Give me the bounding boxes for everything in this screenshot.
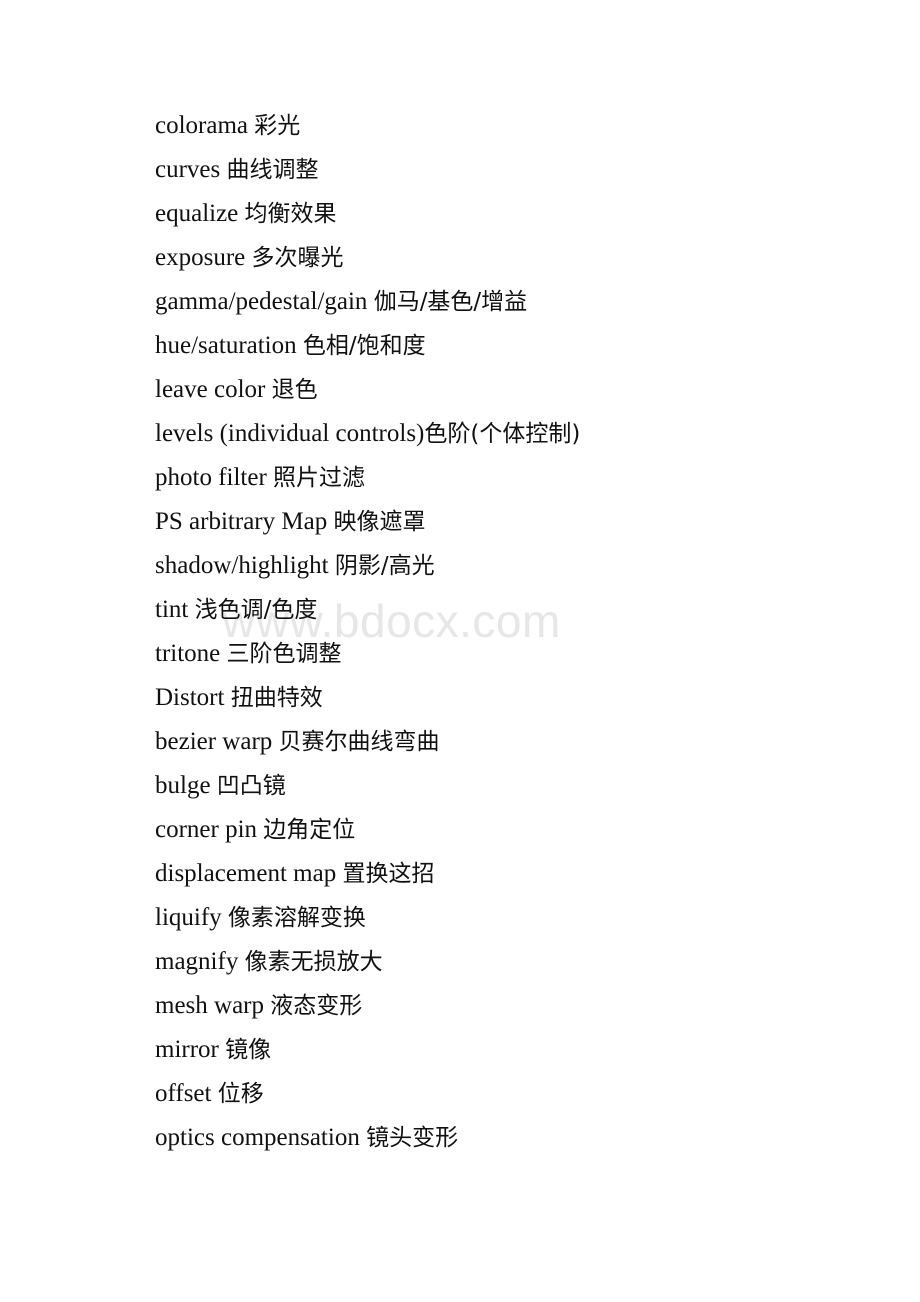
glossary-entry: exposure 多次曝光	[155, 236, 860, 280]
glossary-term: PS arbitrary Map	[155, 508, 328, 535]
glossary-entry: leave color 退色	[155, 368, 860, 412]
glossary-term: leave color	[155, 376, 266, 403]
glossary-term: hue/saturation	[155, 332, 297, 359]
glossary-term: bezier warp	[155, 728, 273, 755]
glossary-entry: photo filter 照片过滤	[155, 456, 860, 500]
glossary-translation: 彩光	[254, 113, 301, 139]
glossary-translation: 扭曲特效	[230, 685, 323, 711]
glossary-term: exposure	[155, 244, 246, 271]
glossary-term: optics compensation	[155, 1124, 360, 1151]
glossary-translation: 伽马/基色/增益	[373, 289, 528, 315]
glossary-translation: 边角定位	[263, 817, 356, 843]
glossary-term: mesh warp	[155, 992, 264, 1019]
glossary-translation: 阴影/高光	[334, 553, 435, 579]
glossary-term: tint	[155, 596, 189, 623]
glossary-translation: 凹凸镜	[216, 773, 286, 799]
glossary-term: tritone	[155, 640, 221, 667]
glossary-term: offset	[155, 1080, 212, 1107]
glossary-entry: Distort 扭曲特效	[155, 676, 860, 720]
glossary-term: curves	[155, 156, 221, 183]
glossary-translation: 液态变形	[270, 993, 363, 1019]
glossary-translation: 镜像	[225, 1037, 272, 1063]
glossary-translation: 像素溶解变换	[227, 905, 366, 931]
glossary-entry: hue/saturation 色相/饱和度	[155, 324, 860, 368]
glossary-entry: equalize 均衡效果	[155, 192, 860, 236]
glossary-entry: PS arbitrary Map 映像遮罩	[155, 500, 860, 544]
glossary-translation: 色阶(个体控制)	[424, 421, 581, 447]
glossary-translation: 位移	[217, 1081, 264, 1107]
glossary-entry: levels (individual controls)色阶(个体控制)	[155, 412, 860, 456]
glossary-translation: 照片过滤	[273, 465, 366, 491]
glossary-translation: 色相/饱和度	[302, 333, 426, 359]
glossary-term: corner pin	[155, 816, 258, 843]
glossary-translation: 贝赛尔曲线弯曲	[278, 729, 440, 755]
glossary-list: colorama 彩光 curves 曲线调整 equalize 均衡效果 expos…	[155, 104, 860, 1160]
glossary-term: equalize	[155, 200, 239, 227]
glossary-entry: curves 曲线调整	[155, 148, 860, 192]
glossary-term: liquify	[155, 904, 222, 931]
glossary-entry: corner pin 边角定位	[155, 808, 860, 852]
glossary-term: gamma/pedestal/gain	[155, 288, 368, 315]
glossary-translation: 多次曝光	[251, 245, 344, 271]
glossary-translation: 三阶色调整	[226, 641, 342, 667]
glossary-translation: 曲线调整	[226, 157, 319, 183]
glossary-term: shadow/highlight	[155, 552, 329, 579]
glossary-entry: colorama 彩光	[155, 104, 860, 148]
glossary-entry: mirror 镜像	[155, 1028, 860, 1072]
glossary-translation: 退色	[271, 377, 318, 403]
glossary-term: photo filter	[155, 464, 267, 491]
glossary-term: magnify	[155, 948, 239, 975]
glossary-entry: tint 浅色调/色度	[155, 588, 860, 632]
glossary-entry: bulge 凹凸镜	[155, 764, 860, 808]
glossary-term: Distort	[155, 684, 225, 711]
glossary-translation: 均衡效果	[244, 201, 337, 227]
glossary-entry: magnify 像素无损放大	[155, 940, 860, 984]
glossary-translation: 置换这招	[342, 861, 435, 887]
glossary-entry: optics compensation 镜头变形	[155, 1116, 860, 1160]
document-page: www.bdocx.com colorama 彩光 curves 曲线调整 equa…	[0, 0, 920, 1302]
glossary-term: bulge	[155, 772, 211, 799]
glossary-entry: shadow/highlight 阴影/高光	[155, 544, 860, 588]
glossary-translation: 浅色调/色度	[194, 597, 318, 623]
glossary-translation: 像素无损放大	[244, 949, 383, 975]
glossary-term: mirror	[155, 1036, 219, 1063]
glossary-entry: offset 位移	[155, 1072, 860, 1116]
glossary-term: levels (individual controls)	[155, 420, 425, 447]
glossary-term: colorama	[155, 112, 249, 139]
glossary-entry: gamma/pedestal/gain 伽马/基色/增益	[155, 280, 860, 324]
glossary-entry: mesh warp 液态变形	[155, 984, 860, 1028]
glossary-entry: bezier warp 贝赛尔曲线弯曲	[155, 720, 860, 764]
glossary-translation: 镜头变形	[366, 1125, 459, 1151]
glossary-translation: 映像遮罩	[333, 509, 426, 535]
glossary-entry: displacement map 置换这招	[155, 852, 860, 896]
glossary-entry: tritone 三阶色调整	[155, 632, 860, 676]
glossary-entry: liquify 像素溶解变换	[155, 896, 860, 940]
glossary-term: displacement map	[155, 860, 337, 887]
